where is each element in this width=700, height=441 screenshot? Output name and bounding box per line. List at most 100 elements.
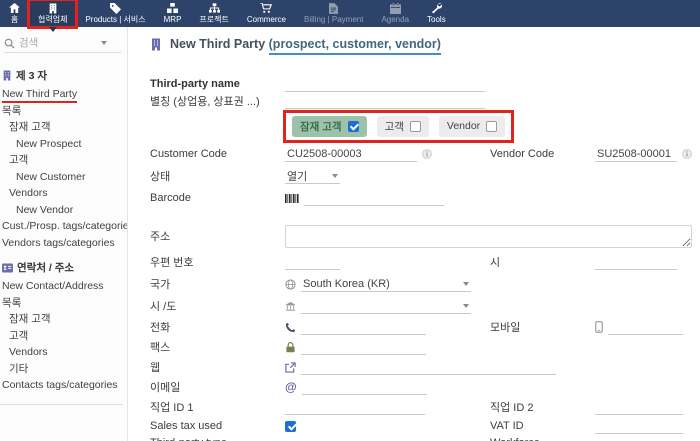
prospect-checkbox[interactable] — [348, 121, 359, 132]
mobile-phone-icon — [595, 321, 603, 333]
cart-icon — [260, 3, 272, 14]
calendar-icon — [390, 3, 401, 14]
nav-item-mrp[interactable]: MRP — [155, 0, 191, 27]
salestax-checkbox[interactable] — [285, 421, 296, 432]
sidebar-item-contact-customers[interactable]: 고객 — [0, 328, 127, 345]
web-input[interactable] — [301, 360, 556, 375]
fax-icon — [285, 342, 296, 353]
building-icon — [48, 3, 58, 14]
customer-code-label: Customer Code — [150, 148, 285, 160]
search-dropdown-caret[interactable] — [101, 41, 107, 45]
workforce-select[interactable] — [595, 435, 657, 441]
alias-label: 별칭 (상업용, 상표권 ...) — [150, 93, 285, 109]
customer-toggle[interactable]: 고객 — [377, 116, 429, 137]
sidebar-item-new-third-party[interactable]: New Third Party — [0, 86, 127, 103]
nav-item-third-parties[interactable]: 협력업체 — [29, 0, 76, 27]
vatid-input[interactable] — [595, 419, 683, 434]
main-content: New Third Party (prospect, customer, ven… — [128, 27, 700, 441]
building-icon — [150, 38, 162, 51]
alias-input[interactable] — [285, 94, 485, 109]
prospect-toggle[interactable]: 잠재 고객 — [292, 116, 367, 137]
vatid-label: VAT ID — [490, 420, 595, 432]
nav-item-billing-payment[interactable]: Billing | Payment — [295, 0, 372, 27]
country-label: 국가 — [150, 276, 285, 292]
chevron-down-icon — [332, 174, 338, 178]
building-icon — [2, 70, 12, 81]
search-icon — [4, 38, 15, 49]
nav-item-tools[interactable]: Tools — [418, 0, 455, 27]
email-input[interactable] — [302, 380, 427, 395]
zip-label: 우편 번호 — [150, 254, 285, 270]
sidebar-item-contact-other[interactable]: 기타 — [0, 361, 127, 378]
third-party-name-label: Third-party name — [150, 78, 285, 90]
vendor-code-label: Vendor Code — [490, 148, 595, 160]
state-select[interactable] — [301, 298, 471, 314]
sidebar-item-new-contact[interactable]: New Contact/Address — [0, 278, 127, 295]
phone-input[interactable] — [301, 320, 426, 335]
vendor-checkbox[interactable] — [486, 121, 497, 132]
sidebar-item-prospects[interactable]: 잠재 고객 — [0, 119, 127, 136]
address-textarea[interactable] — [285, 225, 692, 248]
page-title: New Third Party (prospect, customer, ven… — [150, 37, 692, 51]
profid1-input[interactable] — [285, 400, 425, 415]
phone-label: 전화 — [150, 319, 285, 335]
tag-icon — [110, 3, 121, 14]
sidebar-item-contact-prospects[interactable]: 잠재 고객 — [0, 311, 127, 328]
salestax-label: Sales tax used — [150, 420, 285, 432]
zip-input[interactable] — [285, 255, 340, 270]
sidebar-section-third-parties: 제 3 자 — [0, 65, 127, 86]
profid2-input[interactable] — [595, 400, 683, 415]
page-title-text: New Third Party (prospect, customer, ven… — [170, 37, 441, 51]
sidebar-item-customers[interactable]: 고객 — [0, 152, 127, 169]
city-input[interactable] — [595, 255, 677, 270]
sidebar-item-vendor-tags[interactable]: Vendors tags/categories — [0, 235, 127, 252]
info-icon — [422, 149, 432, 159]
sidebar-divider — [0, 404, 123, 405]
nature-checkbox-group: 잠재 고객 고객 Vendor — [285, 112, 512, 141]
web-label: 웹 — [150, 359, 285, 375]
profid2-label: 직업 ID 2 — [490, 399, 595, 415]
sidebar-item-vendors[interactable]: Vendors — [0, 185, 127, 202]
nav-item-agenda[interactable]: Agenda — [372, 0, 418, 27]
sidebar-item-contact-list[interactable]: 목록 — [0, 295, 127, 312]
address-label: 주소 — [150, 228, 285, 244]
email-label: 이메일 — [150, 379, 285, 395]
third-party-type-select[interactable] — [285, 435, 347, 441]
nav-item-products-services[interactable]: Products | 서비스 — [76, 0, 154, 27]
city-label: 시 — [490, 254, 595, 270]
customer-checkbox[interactable] — [410, 121, 421, 132]
sidebar-item-list[interactable]: 목록 — [0, 103, 127, 120]
nav-item-home[interactable]: 홈 — [0, 0, 29, 27]
status-select[interactable]: 열기 — [285, 168, 340, 184]
barcode-input[interactable] — [304, 191, 444, 206]
state-label: 시 /도 — [150, 298, 285, 314]
contact-card-icon — [2, 263, 13, 273]
left-sidebar: 제 3 자 New Third Party 목록 잠재 고객 New Prosp… — [0, 27, 128, 441]
sidebar-item-new-customer[interactable]: New Customer — [0, 169, 127, 186]
sidebar-item-cust-prosp-tags[interactable]: Cust./Prosp. tags/categories — [0, 218, 127, 235]
customer-code-input[interactable] — [285, 147, 417, 162]
fax-input[interactable] — [301, 340, 426, 355]
active-menu-pointer — [49, 27, 57, 32]
sidebar-section-contacts: 연락처 / 주소 — [0, 257, 127, 278]
phone-icon — [285, 322, 296, 333]
profid1-label: 직업 ID 1 — [150, 399, 285, 415]
sidebar-item-contact-vendors[interactable]: Vendors — [0, 344, 127, 361]
vendor-toggle[interactable]: Vendor — [439, 116, 505, 137]
app-window: 홈 협력업체 Products | 서비스 MRP 프로젝트 — [0, 0, 700, 441]
sidebar-search-input[interactable] — [19, 37, 97, 49]
sidebar-item-new-vendor[interactable]: New Vendor — [0, 202, 127, 219]
mobile-input[interactable] — [608, 320, 683, 335]
sidebar-item-contact-tags[interactable]: Contacts tags/categories — [0, 377, 127, 394]
barcode-label: Barcode — [150, 192, 285, 204]
country-select[interactable]: South Korea (KR) — [301, 276, 471, 292]
vendor-code-input[interactable] — [595, 147, 677, 162]
status-label: 상태 — [150, 168, 285, 184]
third-party-name-input[interactable] — [285, 77, 485, 92]
at-icon — [285, 378, 297, 396]
nav-item-commerce[interactable]: Commerce — [238, 0, 295, 27]
workforce-label: Workforce — [490, 437, 595, 441]
chevron-down-icon — [463, 282, 469, 286]
nav-item-projects[interactable]: 프로젝트 — [190, 0, 237, 27]
sidebar-item-new-prospect[interactable]: New Prospect — [0, 136, 127, 153]
